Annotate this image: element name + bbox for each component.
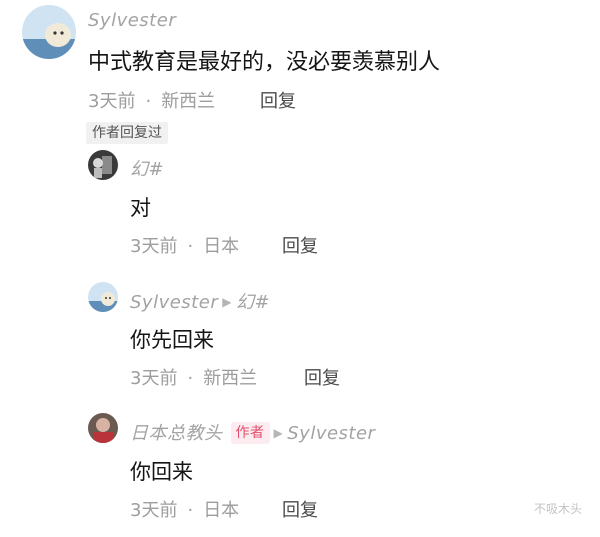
avatar-sylvester[interactable] — [88, 282, 118, 312]
reply-to-name[interactable]: Sylvester — [287, 423, 375, 444]
reply-username: Sylvester ▶ 幻# — [130, 288, 270, 314]
comment-username[interactable]: Sylvester — [88, 10, 176, 31]
reply-to-arrow-icon: ▶ — [222, 295, 232, 309]
separator-dot: · — [187, 368, 194, 389]
author-replied-tag: 作者回复过 — [86, 122, 168, 144]
avatar-image — [22, 5, 76, 59]
reply-button[interactable]: 回复 — [282, 232, 318, 258]
reply-location: 日本 — [203, 500, 240, 521]
reply-to-name[interactable]: 幻# — [236, 292, 270, 313]
reply-to-arrow-icon: ▶ — [273, 426, 284, 440]
avatar-author[interactable] — [88, 413, 118, 443]
avatar-image — [88, 282, 118, 312]
comment-text: 中式教育是最好的，没必要羡慕别人 — [88, 50, 441, 75]
reply-time: 3天前 — [130, 500, 178, 521]
author-badge: 作者 — [230, 422, 270, 444]
reply-username[interactable]: 幻# — [130, 155, 164, 181]
reply-meta: 3天前 · 日本 — [130, 496, 239, 522]
separator-dot: · — [187, 236, 194, 257]
reply-text: 对 — [130, 196, 151, 220]
reply-author-name[interactable]: 日本总教头 — [130, 423, 223, 444]
reply-time: 3天前 — [130, 236, 178, 257]
avatar-huan[interactable] — [88, 150, 118, 180]
avatar-image — [88, 413, 118, 443]
comment-meta: 3天前 · 新西兰 — [88, 87, 215, 113]
comment-location: 新西兰 — [161, 91, 216, 112]
reply-meta: 3天前 · 新西兰 — [130, 364, 257, 390]
separator-dot: · — [187, 500, 194, 521]
separator-dot: · — [145, 91, 152, 112]
reply-meta: 3天前 · 日本 — [130, 232, 239, 258]
reply-button[interactable]: 回复 — [282, 496, 318, 522]
avatar-image — [88, 150, 118, 180]
reply-text: 你先回来 — [130, 328, 214, 352]
reply-author-name[interactable]: Sylvester — [130, 292, 218, 313]
reply-button[interactable]: 回复 — [304, 364, 340, 390]
reply-button[interactable]: 回复 — [260, 87, 296, 113]
reply-time: 3天前 — [130, 368, 178, 389]
reply-location: 新西兰 — [203, 368, 258, 389]
reply-text: 你回来 — [130, 460, 193, 484]
reply-location: 日本 — [203, 236, 240, 257]
comment-time: 3天前 — [88, 91, 136, 112]
watermark: 不吸木头 — [533, 502, 582, 516]
reply-username: 日本总教头 作者 ▶ Sylvester — [130, 419, 375, 445]
avatar-sylvester[interactable] — [22, 5, 76, 59]
